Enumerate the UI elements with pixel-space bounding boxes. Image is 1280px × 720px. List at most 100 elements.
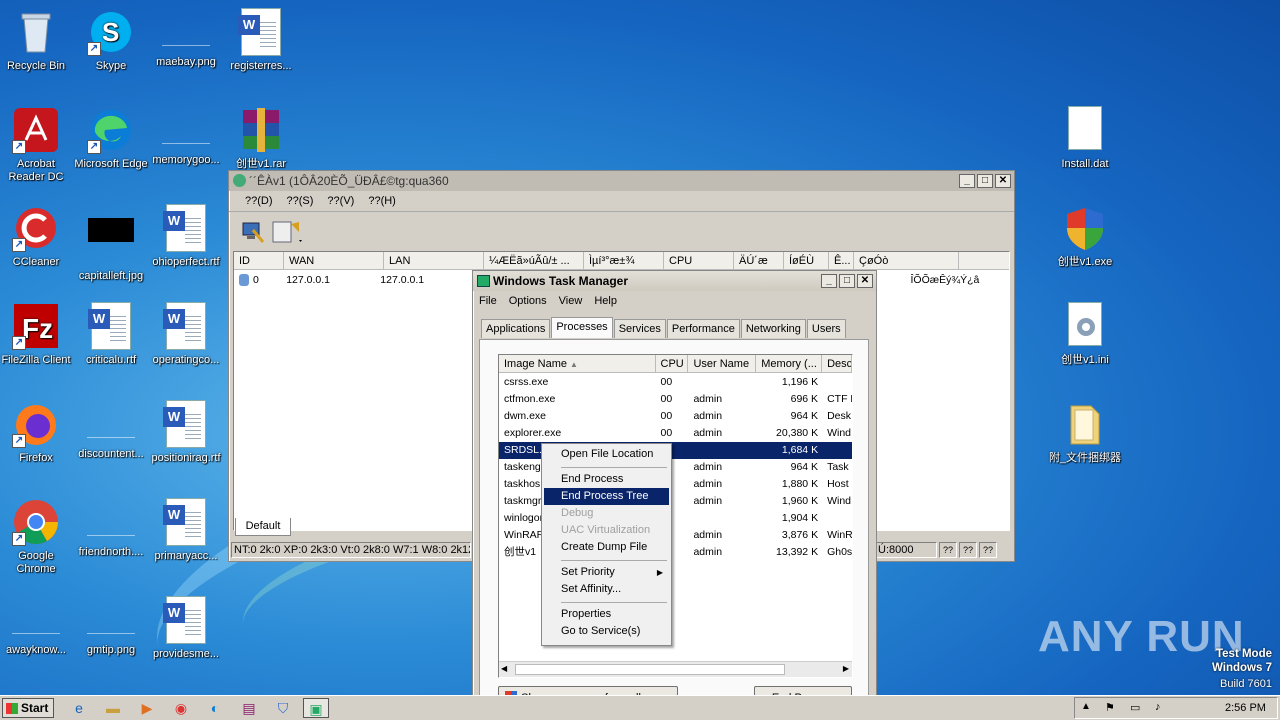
explorer-icon[interactable]: ▬ — [100, 698, 126, 718]
process-memory: 1,880 K — [781, 478, 819, 490]
menu-item-end-process-tree[interactable]: End Process Tree — [544, 488, 669, 505]
tab-default[interactable]: Default — [235, 518, 291, 536]
desktop-icon-primaryacc[interactable]: W primaryacc... — [148, 498, 224, 563]
task-manager-window[interactable]: Windows Task Manager _ □ ✕ File Options … — [472, 270, 877, 720]
desktop-icon-install-dat[interactable]: Install.dat — [1047, 106, 1123, 171]
clock[interactable]: 2:56 PM — [1225, 702, 1266, 714]
desktop-icon-label: primaryacc... — [154, 550, 218, 562]
desktop-icon-registerres[interactable]: W registerres... — [223, 8, 299, 73]
maximize-button[interactable]: □ — [839, 274, 855, 288]
process-row[interactable]: explorer.exe 00 admin 20,380 K Wind — [499, 425, 852, 442]
close-button[interactable]: ✕ — [857, 274, 873, 288]
menu-item[interactable]: ??(H) — [368, 195, 396, 207]
minimize-button[interactable]: _ — [959, 174, 975, 188]
desktop-icon-rar[interactable]: 创世v1.rar — [223, 106, 299, 171]
tab-performance[interactable]: Performance — [666, 319, 740, 338]
tab-users[interactable]: Users — [806, 319, 846, 338]
tray-expand-icon[interactable]: ▲ — [1081, 701, 1091, 712]
horizontal-scrollbar[interactable]: ◀ ▶ — [499, 661, 852, 677]
desktop-icon-folder[interactable]: 附_文件捆绑器 — [1047, 400, 1123, 465]
tab-applications[interactable]: Applications — [481, 319, 551, 338]
rat-app-taskbar-icon[interactable]: ⛉ — [270, 698, 296, 718]
column-header[interactable]: LAN — [384, 252, 484, 269]
menu-help[interactable]: Help — [594, 295, 617, 307]
desktop-icon-memorygoo[interactable]: memorygoo... — [148, 106, 224, 167]
menu-item-end-process[interactable]: End Process — [544, 471, 669, 488]
desktop-icon-filezilla[interactable]: Fz ↗ FileZilla Client — [0, 302, 74, 367]
column-image-name[interactable]: Image Name ▲ — [499, 355, 656, 372]
desktop-icon-positionirag[interactable]: W positionirag.rtf — [148, 400, 224, 465]
close-button[interactable]: ✕ — [995, 174, 1011, 188]
flag-icon[interactable]: ⚑ — [1105, 701, 1115, 714]
minimize-button[interactable]: _ — [821, 274, 837, 288]
process-row[interactable]: csrss.exe 00 1,196 K — [499, 374, 852, 391]
volume-icon[interactable]: ♪ — [1155, 701, 1161, 713]
column-header[interactable]: ID — [234, 252, 284, 269]
desktop-icon-ohioperfect[interactable]: W ohioperfect.rtf — [148, 204, 224, 269]
start-button[interactable]: Start — [2, 698, 54, 718]
desktop-icon-skype[interactable]: S ↗ Skype — [73, 8, 149, 73]
media-player-icon[interactable]: ▶ — [134, 698, 160, 718]
column-cpu[interactable]: CPU — [656, 355, 689, 372]
desktop-icon-acrobat[interactable]: ↗ Acrobat Reader DC — [0, 106, 74, 184]
menu-item[interactable]: ??(V) — [327, 195, 354, 207]
column-header[interactable]: CPU — [664, 252, 734, 269]
winrar-taskbar-icon[interactable]: ▤ — [236, 698, 262, 718]
desktop-icon-capitalleft[interactable]: capitalleft.jpg — [73, 204, 149, 283]
desktop-icon-providesme[interactable]: W providesme... — [148, 596, 224, 661]
menu-item-set-affinity[interactable]: Set Affinity... — [544, 581, 669, 598]
menu-item-open-file-location[interactable]: Open File Location — [544, 446, 669, 463]
desktop-icon-chrome[interactable]: ↗ Google Chrome — [0, 498, 74, 576]
column-header[interactable]: Ê... — [829, 252, 854, 269]
column-header[interactable]: ÇøÓò — [854, 252, 959, 269]
desktop-icon-maebay[interactable]: maebay.png — [148, 8, 224, 69]
computer-tool-icon[interactable] — [241, 220, 265, 244]
menu-item[interactable]: ??(D) — [245, 195, 273, 207]
network-icon[interactable]: ▭ — [1130, 701, 1140, 714]
column-header[interactable]: WAN — [284, 252, 384, 269]
menu-options[interactable]: Options — [509, 295, 547, 307]
maximize-button[interactable]: □ — [977, 174, 993, 188]
task-manager-titlebar[interactable]: Windows Task Manager _ □ ✕ — [473, 271, 876, 291]
tab-networking[interactable]: Networking — [740, 319, 806, 338]
column-description[interactable]: Desc — [822, 355, 852, 372]
column-header[interactable]: ¼ÆËã»úÃû/± ... — [484, 252, 584, 269]
edge-taskbar-icon[interactable]: ◐ — [202, 698, 228, 718]
settings-tool-icon[interactable] — [271, 220, 303, 244]
column-header[interactable]: Ìµí³°æ±¾ — [584, 252, 664, 269]
desktop-icon-ccleaner[interactable]: ↗ CCleaner — [0, 204, 74, 269]
process-row[interactable]: ctfmon.exe 00 admin 696 K CTF L — [499, 391, 852, 408]
scroll-right-arrow[interactable]: ▶ — [843, 664, 849, 673]
column-header[interactable]: ÄÚ´æ — [734, 252, 784, 269]
scroll-thumb[interactable] — [515, 664, 785, 675]
tab-services[interactable]: Services — [613, 319, 666, 338]
desktop-icon-exe[interactable]: 创世v1.exe — [1047, 204, 1123, 269]
desktop-icon-awayknow[interactable]: awayknow... — [0, 596, 74, 657]
menu-item-set-priority[interactable]: Set Priority ▶ — [544, 564, 669, 581]
process-row[interactable]: dwm.exe 00 admin 964 K Desk — [499, 408, 852, 425]
tab-processes[interactable]: Processes — [551, 317, 613, 338]
desktop-icon-ini[interactable]: 创世v1.ini — [1047, 302, 1123, 367]
remote-admin-titlebar[interactable]: ´´ÊÀv1 (1ÔÂ20ÈÕ_ÜÐÂ£©tg:qua360 _ □ ✕ — [229, 171, 1014, 191]
menu-item-go-to-service-s[interactable]: Go to Service(s) — [544, 623, 669, 640]
desktop-icon-friendnorth[interactable]: friendnorth.... — [73, 498, 149, 559]
ie-icon[interactable]: e — [66, 698, 92, 718]
menu-item[interactable]: ??(S) — [287, 195, 314, 207]
column-user-name[interactable]: User Name — [688, 355, 757, 372]
column-header[interactable]: ÍøÉÙ — [784, 252, 829, 269]
task-manager-taskbar-icon[interactable]: ▣ — [303, 698, 329, 718]
desktop-icon-discountent[interactable]: discountent... — [73, 400, 149, 461]
menu-file[interactable]: File — [479, 295, 497, 307]
menu-item-create-dump-file[interactable]: Create Dump File — [544, 539, 669, 556]
menu-item-properties[interactable]: Properties — [544, 606, 669, 623]
desktop-icon-edge[interactable]: ↗ Microsoft Edge — [73, 106, 149, 171]
column-memory[interactable]: Memory (... — [756, 355, 823, 372]
scroll-left-arrow[interactable]: ◀ — [501, 664, 507, 673]
desktop-icon-gmtip[interactable]: gmtip.png — [73, 596, 149, 657]
menu-view[interactable]: View — [559, 295, 583, 307]
desktop-icon-recycle-bin[interactable]: Recycle Bin — [0, 8, 74, 73]
chrome-taskbar-icon[interactable]: ◉ — [168, 698, 194, 718]
desktop-icon-operatingco[interactable]: W operatingco... — [148, 302, 224, 367]
desktop-icon-criticalu[interactable]: W criticalu.rtf — [73, 302, 149, 367]
desktop-icon-firefox[interactable]: ↗ Firefox — [0, 400, 74, 465]
